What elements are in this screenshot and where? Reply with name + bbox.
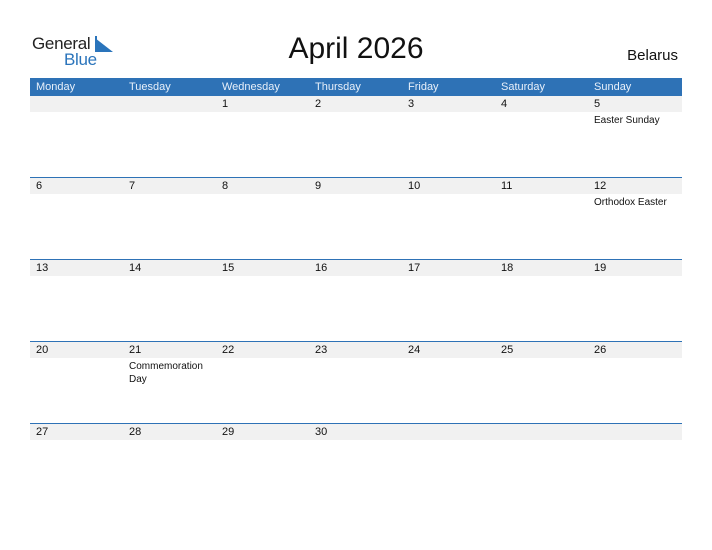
day-cell: 10 [402, 178, 495, 258]
day-number: 24 [408, 344, 421, 356]
day-cell: 9 [309, 178, 402, 258]
day-number: 23 [315, 344, 328, 356]
weekday-header-row: Monday Tuesday Wednesday Thursday Friday Satu… [30, 78, 682, 96]
day-number: 10 [408, 180, 421, 192]
holiday-label: Commemoration Day [129, 361, 203, 385]
day-number: 20 [36, 344, 49, 356]
day-cell: 30 [309, 424, 402, 504]
day-cell [588, 424, 681, 504]
day-number: 30 [315, 426, 328, 438]
day-number: 2 [315, 98, 322, 110]
weekday-header-wednesday: Wednesday [222, 81, 280, 93]
weekday-header-friday: Friday [408, 81, 439, 93]
day-cell: 2 [309, 96, 402, 176]
calendar-weeks: 1 2 3 4 5 Easter Sunday 6 7 8 9 10 11 12 Orthodox Eas… [30, 96, 682, 505]
day-cell: 8 [216, 178, 309, 258]
day-cell: 1 [216, 96, 309, 176]
calendar-grid: Monday Tuesday Wednesday Thursday Friday Satu… [30, 78, 682, 505]
day-cell [402, 424, 495, 504]
day-number: 21 [129, 344, 142, 356]
day-cell: 27 [30, 424, 123, 504]
day-cell: 23 [309, 342, 402, 422]
day-cell: 13 [30, 260, 123, 340]
day-cell: 3 [402, 96, 495, 176]
day-cell: 19 [588, 260, 681, 340]
weekday-header-saturday: Saturday [501, 81, 546, 93]
page-title: April 2026 [288, 32, 424, 65]
day-cell: 17 [402, 260, 495, 340]
day-cell: 21 Commemoration Day [123, 342, 216, 422]
day-number [594, 424, 681, 440]
day-number [36, 96, 123, 112]
day-cell: 22 [216, 342, 309, 422]
day-cell: 15 [216, 260, 309, 340]
day-number: 28 [129, 426, 142, 438]
week-row: 20 21 Commemoration Day 22 23 24 25 26 [30, 341, 682, 423]
day-number: 8 [222, 180, 229, 192]
week-row: 27 28 29 30 [30, 423, 682, 505]
day-number: 25 [501, 344, 514, 356]
day-number: 16 [315, 262, 328, 274]
day-number: 12 [594, 180, 607, 192]
day-number [129, 96, 216, 112]
week-row: 1 2 3 4 5 Easter Sunday [30, 96, 682, 177]
day-number: 19 [594, 262, 607, 274]
weekday-header-thursday: Thursday [315, 81, 361, 93]
day-cell: 28 [123, 424, 216, 504]
day-cell [30, 96, 123, 176]
day-cell [123, 96, 216, 176]
day-cell: 5 Easter Sunday [588, 96, 681, 176]
day-number: 22 [222, 344, 235, 356]
weekday-header-tuesday: Tuesday [129, 81, 171, 93]
weekday-header-sunday: Sunday [594, 81, 632, 93]
day-cell: 20 [30, 342, 123, 422]
day-number: 13 [36, 262, 49, 274]
day-cell: 25 [495, 342, 588, 422]
day-number: 14 [129, 262, 142, 274]
day-number: 6 [36, 180, 43, 192]
day-cell: 12 Orthodox Easter [588, 178, 681, 258]
holiday-label: Orthodox Easter [594, 197, 667, 208]
holiday-label: Easter Sunday [594, 115, 660, 126]
day-number: 9 [315, 180, 322, 192]
day-number: 1 [222, 98, 229, 110]
day-number: 15 [222, 262, 235, 274]
day-cell: 11 [495, 178, 588, 258]
day-number: 18 [501, 262, 514, 274]
day-number [408, 424, 495, 440]
day-number: 26 [594, 344, 607, 356]
day-cell: 7 [123, 178, 216, 258]
day-number: 5 [594, 98, 601, 110]
day-number: 3 [408, 98, 415, 110]
day-number: 27 [36, 426, 49, 438]
day-number: 4 [501, 98, 508, 110]
week-row: 6 7 8 9 10 11 12 Orthodox Easter [30, 177, 682, 259]
day-cell: 26 [588, 342, 681, 422]
day-cell: 14 [123, 260, 216, 340]
day-cell: 4 [495, 96, 588, 176]
country-label: Belarus [627, 47, 678, 64]
day-cell [495, 424, 588, 504]
day-cell: 18 [495, 260, 588, 340]
day-number: 29 [222, 426, 235, 438]
day-cell: 24 [402, 342, 495, 422]
day-number: 17 [408, 262, 421, 274]
day-number: 11 [501, 180, 513, 192]
day-number [501, 424, 588, 440]
week-row: 13 14 15 16 17 18 19 [30, 259, 682, 341]
weekday-header-monday: Monday [36, 81, 76, 93]
day-cell: 16 [309, 260, 402, 340]
day-number: 7 [129, 180, 136, 192]
day-cell: 29 [216, 424, 309, 504]
day-cell: 6 [30, 178, 123, 258]
